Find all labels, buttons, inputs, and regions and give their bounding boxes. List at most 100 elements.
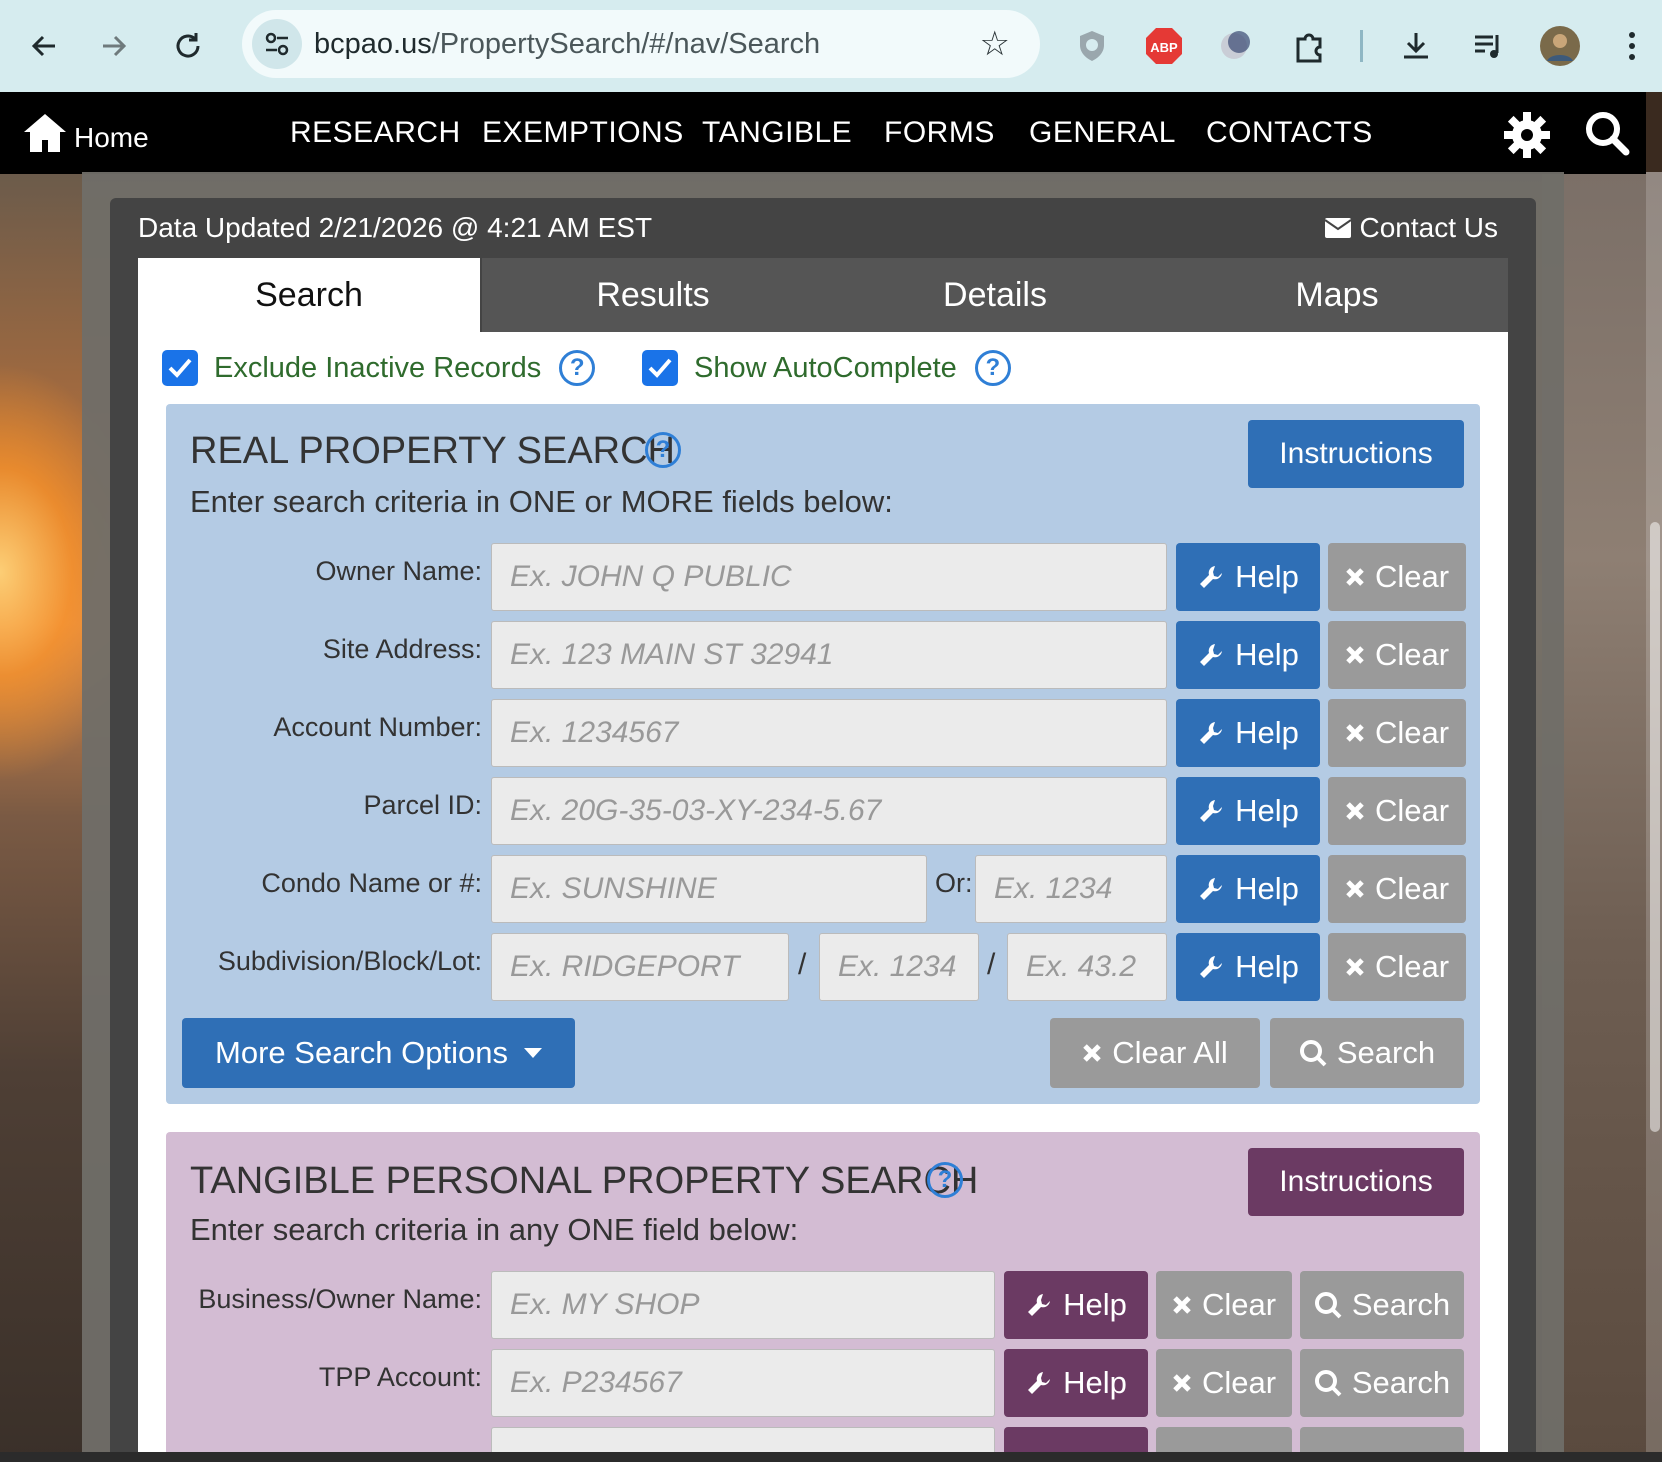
real-property-help-icon[interactable]: ? <box>645 432 681 468</box>
condo-help-button[interactable]: Help <box>1176 855 1320 923</box>
data-updated-text: Data Updated 2/21/2026 @ 4:21 AM EST <box>138 212 653 243</box>
exclude-inactive-label[interactable]: Exclude Inactive Records <box>214 352 541 385</box>
wrench-icon <box>1197 875 1225 903</box>
wrench-icon <box>1025 1369 1053 1397</box>
extensions-puzzle-icon[interactable] <box>1285 22 1333 70</box>
back-arrow-icon[interactable] <box>20 22 68 70</box>
real-property-title-text: REAL PROPERTY SEARCH <box>190 430 676 472</box>
tab-details[interactable]: Details <box>824 258 1166 332</box>
owner-name-input[interactable] <box>491 543 1167 611</box>
wrench-icon <box>1025 1291 1053 1319</box>
envelope-icon <box>1323 218 1352 238</box>
tab-search[interactable]: Search <box>138 258 480 332</box>
parcel-id-input[interactable] <box>491 777 1167 845</box>
caret-down-icon <box>523 1048 542 1058</box>
subdivision-clear-button[interactable]: Clear <box>1328 933 1466 1001</box>
show-autocomplete-checkbox[interactable] <box>642 350 678 386</box>
contact-us-link[interactable]: Contact Us <box>1323 212 1498 244</box>
help-label: Help <box>1235 559 1299 594</box>
subdivision-input[interactable] <box>491 933 789 1001</box>
owner-name-clear-button[interactable]: Clear <box>1328 543 1466 611</box>
more-search-options-label: More Search Options <box>215 1035 508 1070</box>
business-owner-name-input[interactable] <box>491 1271 995 1339</box>
search-icon <box>1314 1291 1342 1319</box>
exclude-inactive-help-icon[interactable]: ? <box>559 350 596 386</box>
business-owner-search-button[interactable]: Search <box>1300 1271 1464 1339</box>
browser-toolbar: bcpao.us/PropertySearch/#/nav/Search ☆ A… <box>0 0 1662 92</box>
window-bottom-edge <box>0 1452 1662 1462</box>
site-address-input[interactable] <box>491 621 1167 689</box>
tpp-account-label: TPP Account: <box>318 1362 482 1392</box>
subdivision-label: Subdivision/Block/Lot: <box>217 946 482 976</box>
wrench-icon <box>1197 719 1225 747</box>
account-number-input[interactable] <box>491 699 1167 767</box>
account-number-help-button[interactable]: Help <box>1176 699 1320 767</box>
profile-avatar[interactable] <box>1536 22 1584 70</box>
bookmark-star-icon[interactable]: ☆ <box>980 24 1010 64</box>
subdivision-help-button[interactable]: Help <box>1176 933 1320 1001</box>
search-icon <box>1299 1039 1327 1067</box>
tab-results[interactable]: Results <box>482 258 824 332</box>
page-scrollbar[interactable] <box>1646 172 1662 1462</box>
tab-maps[interactable]: Maps <box>1166 258 1508 332</box>
home-link[interactable]: Home <box>22 112 149 154</box>
download-icon[interactable] <box>1392 22 1440 70</box>
site-address-help-button[interactable]: Help <box>1176 621 1320 689</box>
business-owner-clear-button[interactable]: Clear <box>1156 1271 1292 1339</box>
adblock-label: ABP <box>1150 40 1178 55</box>
more-search-options-button[interactable]: More Search Options <box>182 1018 575 1088</box>
real-property-search-button[interactable]: Search <box>1270 1018 1464 1088</box>
gear-icon[interactable] <box>1502 110 1552 164</box>
show-autocomplete-help-icon[interactable]: ? <box>974 350 1011 386</box>
exclude-inactive-checkbox[interactable] <box>162 350 198 386</box>
help-label: Help <box>1063 1365 1127 1400</box>
moon-extension-icon[interactable] <box>1210 22 1258 70</box>
wrench-icon <box>1197 797 1225 825</box>
close-icon <box>1345 801 1365 821</box>
adblock-extension-icon[interactable]: ABP <box>1140 22 1188 70</box>
business-owner-help-button[interactable]: Help <box>1004 1271 1148 1339</box>
tpp-account-input[interactable] <box>491 1349 995 1417</box>
help-label: Help <box>1235 793 1299 828</box>
tangible-instructions-button[interactable]: Instructions <box>1248 1148 1464 1216</box>
tpp-account-search-button[interactable]: Search <box>1300 1349 1464 1417</box>
condo-name-input[interactable] <box>491 855 927 923</box>
tangible-property-help-icon[interactable]: ? <box>927 1162 963 1198</box>
condo-number-input[interactable] <box>975 855 1167 923</box>
parcel-id-clear-button[interactable]: Clear <box>1328 777 1466 845</box>
nav-contacts[interactable]: CONTACTS <box>1206 116 1373 150</box>
site-address-clear-button[interactable]: Clear <box>1328 621 1466 689</box>
close-icon <box>1345 645 1365 665</box>
media-queue-icon[interactable] <box>1464 22 1512 70</box>
nav-forms[interactable]: FORMS <box>884 116 995 150</box>
scrollbar-thumb[interactable] <box>1650 522 1660 1132</box>
help-label: Help <box>1235 949 1299 984</box>
block-separator: / <box>987 948 996 981</box>
forward-arrow-icon[interactable] <box>90 22 138 70</box>
nav-tangible[interactable]: TANGIBLE <box>702 116 852 150</box>
shield-extension-icon[interactable] <box>1068 22 1116 70</box>
browser-menu-icon[interactable] <box>1608 22 1656 70</box>
real-property-instructions-button[interactable]: Instructions <box>1248 420 1464 488</box>
parcel-id-label: Parcel ID: <box>363 790 482 820</box>
tpp-account-help-button[interactable]: Help <box>1004 1349 1148 1417</box>
site-settings-icon[interactable] <box>252 19 302 69</box>
tpp-account-clear-button[interactable]: Clear <box>1156 1349 1292 1417</box>
block-input[interactable] <box>819 933 979 1001</box>
show-autocomplete-label[interactable]: Show AutoComplete <box>694 352 957 385</box>
url-path: /PropertySearch/#/nav/Search <box>431 28 821 60</box>
lot-input[interactable] <box>1007 933 1167 1001</box>
search-label: Search <box>1351 1287 1451 1322</box>
search-label: Search <box>1351 1365 1451 1400</box>
nav-general[interactable]: GENERAL <box>1029 116 1176 150</box>
reload-icon[interactable] <box>164 22 212 70</box>
clear-all-button[interactable]: Clear All <box>1050 1018 1260 1088</box>
parcel-id-help-button[interactable]: Help <box>1176 777 1320 845</box>
account-number-clear-button[interactable]: Clear <box>1328 699 1466 767</box>
address-bar[interactable]: bcpao.us/PropertySearch/#/nav/Search ☆ <box>242 10 1040 78</box>
nav-exemptions[interactable]: EXEMPTIONS <box>482 116 684 150</box>
search-icon[interactable] <box>1584 110 1630 160</box>
owner-name-help-button[interactable]: Help <box>1176 543 1320 611</box>
nav-research[interactable]: RESEARCH <box>290 116 461 150</box>
condo-clear-button[interactable]: Clear <box>1328 855 1466 923</box>
